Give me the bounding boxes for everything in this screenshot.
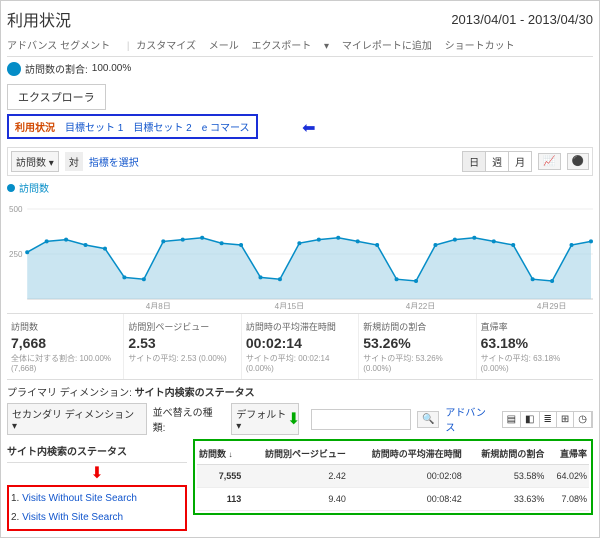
kpi-card: 直帰率63.18%サイトの平均: 63.18% (0.00%)	[477, 314, 593, 379]
status-list: 1. Visits Without Site Search2. Visits W…	[7, 485, 187, 531]
explorer-tab[interactable]: エクスプローラ	[7, 84, 106, 110]
secondary-dim-dropdown[interactable]: セカンダリ ディメンション ▾	[7, 403, 147, 435]
primary-dim-label: プライマリ ディメンション:	[7, 388, 132, 399]
adv-segment-button[interactable]: アドバンス セグメント	[7, 41, 110, 52]
status-link[interactable]: Visits With Site Search	[22, 512, 123, 523]
month-button[interactable]: 月	[509, 152, 531, 171]
kpi-card: 訪問数7,668全体に対する割合: 100.00% (7,668)	[7, 314, 124, 379]
primary-metric-dropdown[interactable]: 訪問数 ▾	[11, 151, 59, 172]
primary-dim-value: サイト内検索のステータス	[135, 388, 255, 399]
col-header[interactable]: 訪問数 ↓	[197, 443, 243, 465]
tab-ecommerce[interactable]: e コマース	[202, 119, 250, 134]
tab-usage[interactable]: 利用状況	[15, 119, 55, 134]
sort-label: 並べ替えの種類:	[153, 404, 226, 434]
page-title: 利用状況	[7, 7, 71, 31]
list-item: 1. Visits Without Site Search	[11, 489, 183, 508]
status-link[interactable]: Visits Without Site Search	[22, 493, 137, 504]
annotation-arrow-red: ⬇	[7, 463, 187, 483]
chart-metric-label: 訪問数	[19, 180, 49, 195]
percent-label: 訪問数の割合:	[25, 61, 88, 76]
search-input[interactable]	[311, 409, 411, 430]
select-metric-link[interactable]: 指標を選択	[89, 154, 139, 169]
list-item: 2. Visits With Site Search	[11, 508, 183, 527]
day-button[interactable]: 日	[463, 152, 486, 171]
svg-text:500: 500	[9, 205, 23, 214]
tab-goal1[interactable]: 目標セット 1	[65, 119, 123, 134]
date-range[interactable]: 2013/04/01 - 2013/04/30	[451, 12, 593, 27]
view-performance-button[interactable]: ≣	[540, 412, 557, 427]
view-percent-button[interactable]: ◧	[521, 412, 539, 427]
view-pivot-button[interactable]: ◷	[574, 412, 592, 427]
annotation-arrow-green: ⬇	[287, 409, 300, 429]
series-dot-icon	[7, 184, 15, 192]
col-header[interactable]: 訪問時の平均滞在時間	[348, 443, 464, 465]
vs-label: 対	[65, 152, 83, 171]
tab-goal2[interactable]: 目標セット 2	[133, 119, 191, 134]
table-row[interactable]: 7,5552.4200:02:0853.58%64.02%	[197, 465, 589, 488]
kpi-card: 訪問時の平均滞在時間00:02:14サイトの平均: 00:02:14 (0.00…	[242, 314, 359, 379]
col-header[interactable]: 直帰率	[546, 443, 589, 465]
search-button[interactable]: 🔍	[417, 411, 439, 428]
sub-tabs: 利用状況 目標セット 1 目標セット 2 e コマース ⬅	[7, 114, 258, 139]
col-header[interactable]: 新規訪問の割合	[464, 443, 547, 465]
view-comparison-button[interactable]: ⊞	[557, 412, 574, 427]
shortcut-button[interactable]: ショートカット	[445, 41, 515, 52]
toolbar: アドバンス セグメント | カスタマイズ メール エクスポート ▾ マイレポート…	[7, 37, 593, 57]
email-button[interactable]: メール	[209, 41, 239, 52]
motion-chart-button[interactable]: ⚫	[567, 153, 589, 170]
customize-button[interactable]: カスタマイズ	[136, 41, 196, 52]
chart-type-button[interactable]: 📈	[538, 153, 560, 170]
table-row[interactable]: 1139.4000:08:4233.63%7.08%	[197, 488, 589, 511]
kpi-card: 訪問別ページビュー2.53サイトの平均: 2.53 (0.00%)	[124, 314, 241, 379]
percent-value: 100.00%	[92, 63, 131, 74]
export-button[interactable]: エクスポート ▾	[252, 41, 330, 52]
week-button[interactable]: 週	[486, 152, 509, 171]
col-header[interactable]: 訪問別ページビュー	[243, 443, 348, 465]
svg-text:4月15日: 4月15日	[275, 302, 305, 309]
annotation-arrow-blue: ⬅	[302, 118, 315, 138]
line-chart[interactable]: 500 250 4月8日 4月15日 4月22日 4月29日	[7, 199, 593, 309]
kpi-row: 訪問数7,668全体に対する割合: 100.00% (7,668)訪問別ページビ…	[7, 313, 593, 380]
metrics-table: 訪問数 ↓訪問別ページビュー訪問時の平均滞在時間新規訪問の割合直帰率 7,555…	[197, 443, 589, 511]
pie-icon	[7, 62, 21, 76]
time-granularity: 日 週 月	[462, 151, 532, 172]
kpi-card: 新規訪問の割合53.26%サイトの平均: 53.26% (0.00%)	[359, 314, 476, 379]
advanced-link[interactable]: アドバンス	[445, 404, 495, 434]
svg-text:4月8日: 4月8日	[146, 302, 171, 309]
svg-text:4月22日: 4月22日	[406, 302, 436, 309]
svg-text:4月29日: 4月29日	[537, 302, 567, 309]
add-report-button[interactable]: マイレポートに追加	[342, 41, 432, 52]
view-table-button[interactable]: ▤	[503, 412, 521, 427]
svg-text:250: 250	[9, 250, 23, 259]
status-header: サイト内検索のステータス	[7, 439, 187, 463]
